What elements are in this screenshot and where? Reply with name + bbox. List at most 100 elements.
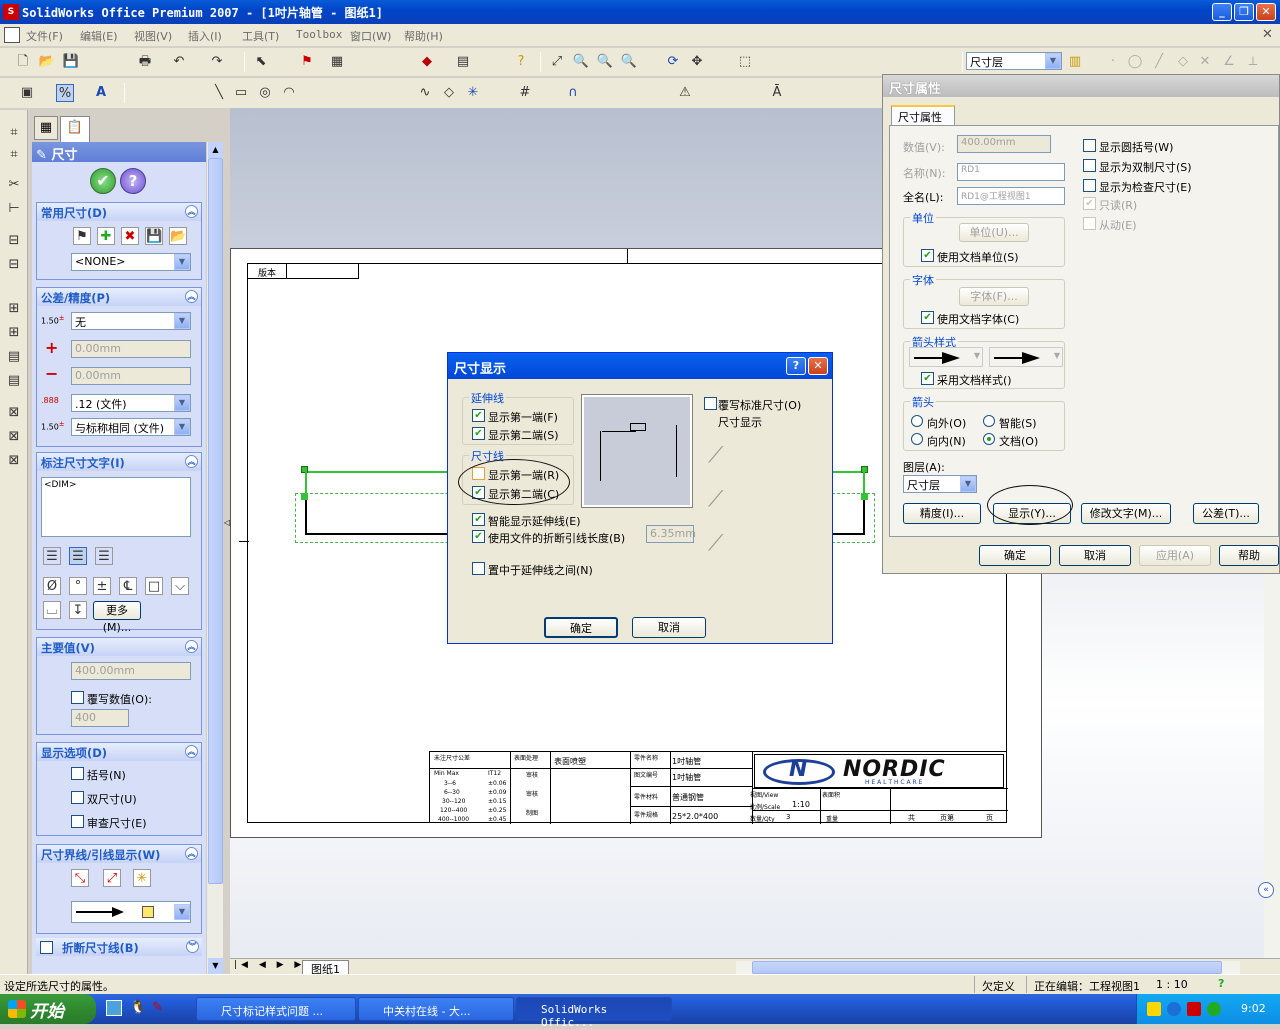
props-apply-button[interactable]: 应用(A) [1139, 545, 1211, 566]
view-orient-icon[interactable]: ⬚ [736, 53, 754, 71]
mirror-icon[interactable]: Ā [768, 84, 786, 102]
feature-tree-tab[interactable]: ▦ [34, 116, 58, 140]
override-value-field[interactable]: 400 [71, 709, 129, 727]
style-delete-icon[interactable]: ✖ [121, 227, 139, 245]
annotation-icon[interactable]: ▣ [18, 84, 36, 102]
name-field[interactable]: RD1 [957, 163, 1065, 181]
style-select[interactable]: <NONE> ▼ [71, 253, 191, 271]
help-icon[interactable]: ? [512, 53, 530, 71]
arrow-in-radio[interactable] [911, 433, 923, 445]
ext-second-checkbox[interactable]: ✔ [472, 427, 485, 440]
quick-launch-app-icon[interactable]: ✎ [152, 1000, 163, 1015]
tool-13-icon[interactable]: ⊠ [5, 452, 23, 470]
degree-icon[interactable]: ° [69, 577, 87, 595]
tolerance-type-select[interactable]: 无 ▼ [71, 312, 191, 330]
point-sketch-icon[interactable]: ✳ [464, 84, 482, 102]
tray-icon-1[interactable] [1147, 1002, 1161, 1016]
arrow-style-select[interactable]: ▼ [71, 901, 191, 923]
polygon-sketch-icon[interactable]: ◇ [440, 84, 458, 102]
tool-4-icon[interactable]: ⊢ [5, 200, 23, 218]
select-icon[interactable]: ⬉ [252, 53, 270, 71]
counterbore-icon[interactable]: ⌴ [43, 601, 61, 619]
sketch-line-icon[interactable]: ╲ [210, 84, 228, 102]
display-style-3-icon[interactable]: ⟋ [708, 531, 740, 563]
expand-panel-icon[interactable]: « [1258, 882, 1274, 898]
leader-smart-icon[interactable]: ✳ [133, 869, 151, 887]
open-icon[interactable]: 📂 [38, 53, 56, 71]
task-item-1[interactable]: 尺寸标记样式问题 ... [196, 997, 356, 1021]
options-icon[interactable]: ▦ [328, 53, 346, 71]
3d-icon[interactable]: ◆ [418, 53, 436, 71]
ext-first-checkbox[interactable]: ✔ [472, 409, 485, 422]
scroll-down-icon[interactable]: ▼ [208, 958, 223, 974]
smart-dimension-icon[interactable]: % [56, 84, 74, 102]
quick-launch-desktop-icon[interactable] [106, 1000, 122, 1016]
circle-sketch-icon[interactable]: ◎ [256, 84, 274, 102]
zoom-area-icon[interactable]: 🔍 [572, 53, 590, 71]
align-center-icon[interactable]: ☰ [69, 547, 87, 565]
break-line-checkbox[interactable] [40, 941, 53, 954]
ok-check-button[interactable]: ✔ [90, 168, 116, 194]
pan-icon[interactable]: ✥ [688, 53, 706, 71]
section-header[interactable]: 显示选项(D) ︽ [37, 743, 201, 761]
horizontal-scrollbar[interactable] [736, 961, 1240, 974]
readonly-checkbox[interactable]: ✔ [1083, 197, 1096, 210]
tool-3-icon[interactable]: ✂ [5, 176, 23, 194]
more-symbols-icon[interactable]: ⌵ [171, 577, 189, 595]
layer-select[interactable]: 尺寸层 ▼ [903, 475, 977, 493]
new-icon[interactable]: 🗋 [14, 53, 32, 71]
override-standard-checkbox[interactable] [704, 397, 717, 410]
display-style-2-icon[interactable]: ⟋ [708, 487, 740, 519]
task-item-3[interactable]: SolidWorks Offic... [516, 997, 672, 1029]
menu-help[interactable]: 帮助(H) [404, 28, 443, 44]
redo-icon[interactable]: ↷ [208, 53, 226, 71]
style-save-icon[interactable]: 💾 [145, 227, 163, 245]
diameter-icon[interactable]: Ø [43, 577, 61, 595]
pm-scrollbar[interactable]: ▲ ▼ [206, 142, 223, 974]
minimize-button[interactable]: _ [1212, 3, 1232, 21]
tolerance-button[interactable]: 公差(T)... [1193, 503, 1259, 524]
section-header[interactable]: 尺寸界线/引线显示(W) ︽ [37, 845, 201, 863]
precision-button[interactable]: 精度(I)... [903, 503, 981, 524]
modify-text-button[interactable]: 修改文字(M)... [1081, 503, 1171, 524]
dim-grip-br[interactable] [861, 493, 868, 500]
zoom-out-icon[interactable]: 🔍 [620, 53, 638, 71]
tool-2-icon[interactable]: ⌗ [5, 146, 23, 164]
inspection-checkbox[interactable] [71, 815, 84, 828]
relations-icon[interactable]: ⚠ [676, 84, 694, 102]
menu-insert[interactable]: 插入(I) [188, 28, 222, 44]
tray-icon-2[interactable] [1167, 1002, 1181, 1016]
props-tab[interactable]: 尺寸属性 [891, 105, 955, 125]
inspection-display-checkbox[interactable] [1083, 179, 1096, 192]
dialog-cancel-button[interactable]: 取消 [632, 617, 706, 638]
layer-properties-icon[interactable]: ▥ [1066, 53, 1084, 71]
menu-tools[interactable]: 工具(T) [242, 28, 279, 44]
tool-12-icon[interactable]: ⊠ [5, 428, 23, 446]
style-update-icon[interactable]: ✚ [97, 227, 115, 245]
props-ok-button[interactable]: 确定 [979, 545, 1051, 566]
arrow-out-radio[interactable] [911, 415, 923, 427]
print-icon[interactable]: 🖶 [136, 53, 154, 71]
break-length-checkbox[interactable]: ✔ [472, 530, 485, 543]
primary-value-field[interactable]: 400.00mm [71, 662, 191, 680]
use-doc-style-checkbox[interactable]: ✔ [921, 372, 934, 385]
close-button[interactable]: ✕ [1256, 3, 1276, 21]
tool-5-icon[interactable]: ⊟ [5, 232, 23, 250]
tolerance-precision-select[interactable]: 与标称相同 (文件) ▼ [71, 418, 191, 436]
depth-icon[interactable]: ↧ [69, 601, 87, 619]
plusminus-icon[interactable]: ± [93, 577, 111, 595]
dialog-ok-button[interactable]: 确定 [544, 617, 618, 638]
start-button[interactable]: 开始 [0, 994, 96, 1024]
tool-1-icon[interactable]: ⌗ [5, 124, 23, 142]
dialog-help-button[interactable]: ? [786, 357, 806, 375]
tool-11-icon[interactable]: ⊠ [5, 404, 23, 422]
tool-8-icon[interactable]: ⊞ [5, 324, 23, 342]
tool-6-icon[interactable]: ⊟ [5, 256, 23, 274]
driven-checkbox[interactable] [1083, 217, 1096, 230]
section-header[interactable]: 折断尺寸线(B) ︾ [36, 938, 202, 956]
font-button[interactable]: 字体(F)... [959, 287, 1029, 306]
leader-outside-icon[interactable]: ⤡ [71, 869, 89, 887]
section-header[interactable]: 常用尺寸(D) ︽ [37, 203, 201, 221]
menu-file[interactable]: 文件(F) [26, 28, 63, 44]
quick-launch-qq-icon[interactable]: 🐧 [130, 1000, 146, 1015]
